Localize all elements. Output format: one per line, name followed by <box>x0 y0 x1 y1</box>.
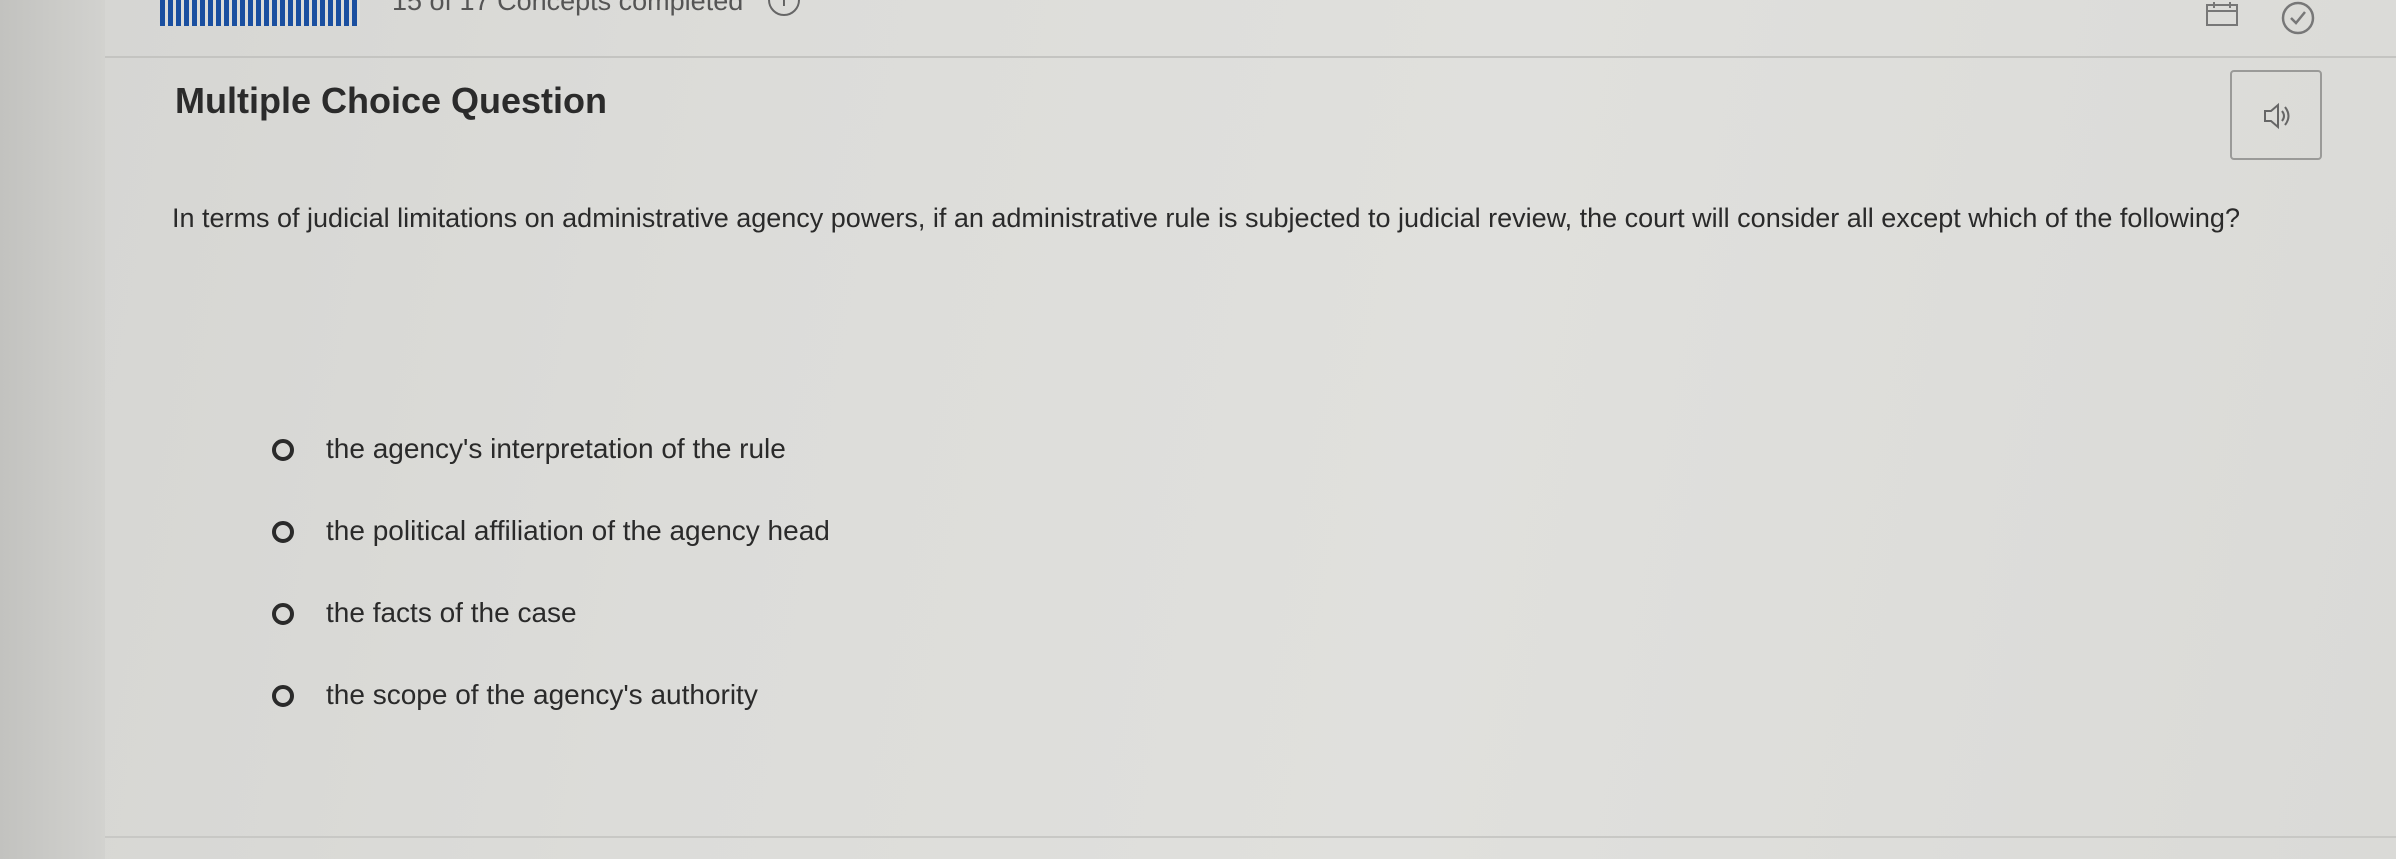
answer-option-label[interactable]: the agency's interpretation of the rule <box>326 433 786 465</box>
content-divider <box>105 836 2396 838</box>
answer-option-label[interactable]: the scope of the agency's authority <box>326 679 758 711</box>
calendar-icon[interactable] <box>2206 2 2238 26</box>
header-divider <box>105 56 2396 58</box>
radio-button[interactable] <box>272 685 294 707</box>
radio-button[interactable] <box>272 439 294 461</box>
progress-bar <box>160 0 360 26</box>
read-aloud-button[interactable] <box>2230 70 2322 160</box>
check-circle-icon[interactable] <box>2280 0 2316 36</box>
speaker-icon <box>2264 102 2290 130</box>
radio-button[interactable] <box>272 521 294 543</box>
answer-option-label[interactable]: the political affiliation of the agency … <box>326 515 830 547</box>
question-type-heading: Multiple Choice Question <box>175 80 608 121</box>
progress-text: 15 of 17 Concepts completed <box>392 0 744 16</box>
radio-button[interactable] <box>272 603 294 625</box>
question-prompt: In terms of judicial limitations on admi… <box>172 203 2240 233</box>
info-icon[interactable]: i <box>768 0 800 16</box>
top-bar: 15 of 17 Concepts completed i <box>0 0 2396 56</box>
page-left-margin <box>0 0 105 859</box>
answer-option-label[interactable]: the facts of the case <box>326 597 577 629</box>
